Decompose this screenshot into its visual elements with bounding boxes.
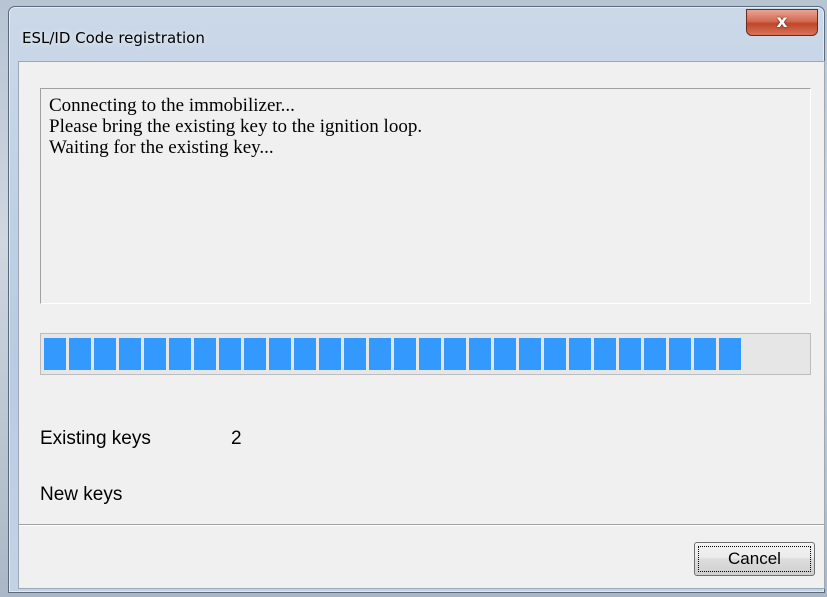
close-button[interactable]: x [746, 9, 818, 36]
new-keys-label: New keys [40, 484, 123, 505]
window-title: ESL/ID Code registration [22, 29, 205, 47]
status-message-box: Connecting to the immobilizer... Please … [40, 88, 811, 304]
progress-fill [44, 338, 741, 370]
dialog-window: ESL/ID Code registration x Connecting to… [8, 6, 825, 593]
existing-keys-value: 2 [231, 428, 242, 449]
footer-separator [19, 524, 824, 526]
status-line: Please bring the existing key to the ign… [49, 116, 423, 137]
status-line: Connecting to the immobilizer... [49, 95, 295, 116]
close-icon: x [776, 12, 788, 32]
progress-bar [40, 333, 811, 375]
cancel-button[interactable]: Cancel [694, 542, 815, 576]
progress-track [44, 338, 807, 370]
dialog-client-area: Connecting to the immobilizer... Please … [18, 61, 825, 589]
existing-keys-label: Existing keys [40, 428, 151, 449]
status-line: Waiting for the existing key... [49, 137, 274, 158]
cancel-button-label: Cancel [728, 549, 781, 568]
title-bar[interactable]: ESL/ID Code registration x [9, 7, 824, 51]
